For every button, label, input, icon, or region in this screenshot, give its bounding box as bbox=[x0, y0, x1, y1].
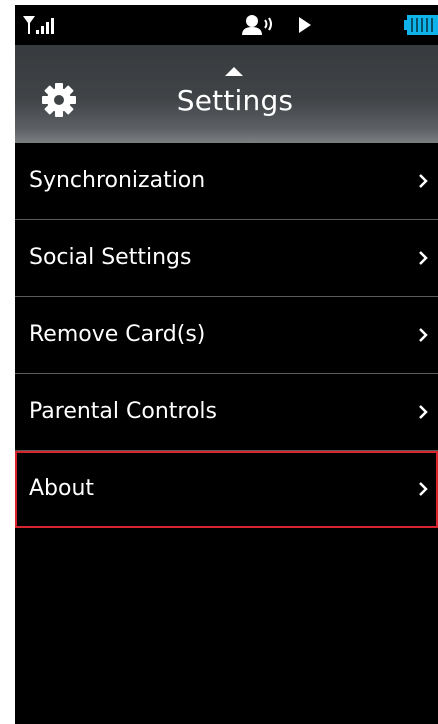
headset-icon bbox=[242, 15, 272, 35]
menu-item-parental-controls[interactable]: Parental Controls bbox=[15, 374, 438, 451]
battery-icon bbox=[404, 15, 438, 35]
menu-item-label: Parental Controls bbox=[29, 399, 217, 424]
menu-item-social-settings[interactable]: Social Settings bbox=[15, 220, 438, 297]
caret-up-icon[interactable] bbox=[225, 67, 243, 76]
chevron-right-icon bbox=[419, 174, 428, 188]
menu-item-remove-cards[interactable]: Remove Card(s) bbox=[15, 297, 438, 374]
chevron-right-icon bbox=[419, 482, 428, 496]
page-title: Settings bbox=[176, 84, 294, 117]
settings-menu: Synchronization Social Settings Remove C… bbox=[15, 143, 438, 528]
menu-item-label: Remove Card(s) bbox=[29, 322, 206, 347]
signal-strength-icon bbox=[23, 16, 54, 34]
chevron-right-icon bbox=[419, 328, 428, 342]
settings-header: Settings bbox=[15, 45, 438, 143]
chevron-right-icon bbox=[419, 251, 428, 265]
phone-screen: Settings Synchronization Social Settings… bbox=[15, 5, 438, 724]
status-bar bbox=[15, 5, 438, 45]
play-icon bbox=[299, 17, 311, 33]
gear-icon[interactable] bbox=[39, 80, 79, 120]
menu-item-label: Social Settings bbox=[29, 245, 192, 270]
menu-item-label: About bbox=[29, 476, 95, 501]
menu-item-synchronization[interactable]: Synchronization bbox=[15, 143, 438, 220]
menu-item-about[interactable]: About bbox=[15, 451, 438, 528]
menu-item-label: Synchronization bbox=[29, 168, 206, 193]
chevron-right-icon bbox=[419, 405, 428, 419]
